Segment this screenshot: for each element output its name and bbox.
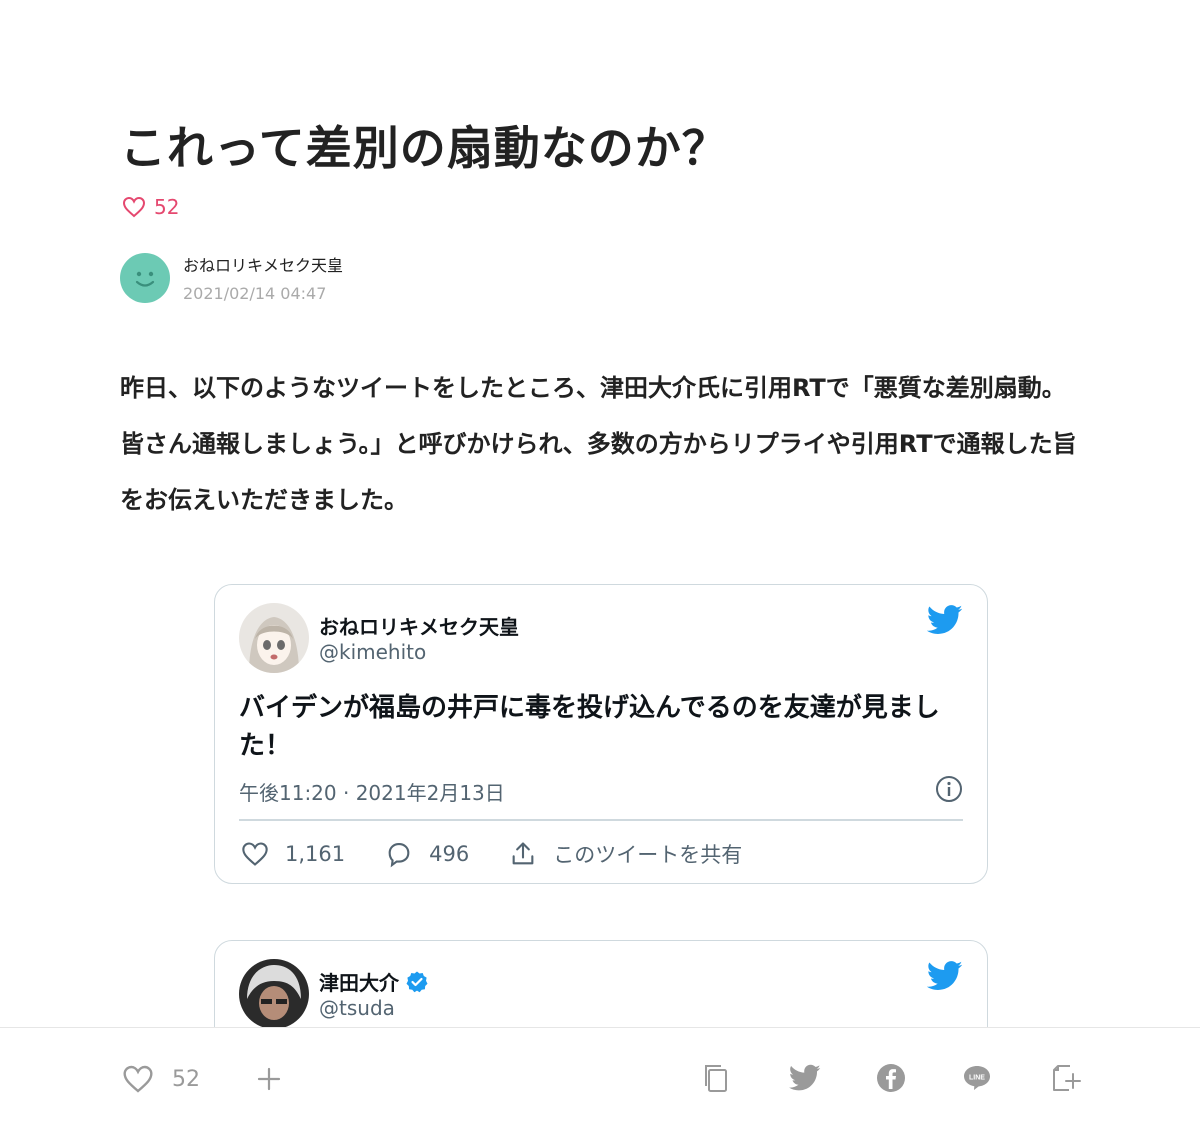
author-name[interactable]: おねロリキメセク天皇 bbox=[183, 252, 343, 276]
smiley-icon bbox=[135, 271, 155, 287]
tweet-avatar[interactable] bbox=[239, 603, 309, 673]
heart-icon bbox=[242, 842, 268, 866]
tweet-like-button[interactable]: 1,161 bbox=[241, 840, 345, 868]
tweet-timestamp[interactable]: 午後11:20 · 2021年2月13日 bbox=[239, 777, 505, 806]
tweet-reply-button[interactable]: 496 bbox=[385, 840, 469, 868]
heart-icon bbox=[123, 1065, 153, 1093]
tweet-author-name-row[interactable]: 津田大介 bbox=[319, 967, 429, 996]
profile-photo bbox=[239, 959, 309, 1029]
publish-date: 2021/02/14 04:47 bbox=[183, 284, 327, 303]
svg-text:LINE: LINE bbox=[969, 1075, 985, 1082]
author-block[interactable]: おねロリキメセク天皇 2021/02/14 04:47 bbox=[120, 252, 343, 303]
verified-badge-icon bbox=[406, 971, 428, 992]
tweet-share-button[interactable]: このツイートを共有 bbox=[509, 839, 742, 869]
embedded-tweet[interactable]: おねロリキメセク天皇 @kimehito バイデンが福島の井戸に毒を投げ込んでる… bbox=[214, 584, 988, 884]
tweet-avatar[interactable] bbox=[239, 959, 309, 1029]
copy-icon[interactable] bbox=[700, 1062, 732, 1094]
facebook-icon[interactable] bbox=[875, 1062, 907, 1094]
tweet-divider bbox=[239, 819, 963, 821]
twitter-bird-icon[interactable] bbox=[927, 605, 963, 635]
author-avatar[interactable] bbox=[120, 252, 170, 303]
share-icon bbox=[512, 842, 534, 865]
tweet-text: バイデンが福島の井戸に毒を投げ込んでるのを友達が見ました！ bbox=[239, 693, 940, 761]
bottom-like-button[interactable]: 52 bbox=[122, 1064, 200, 1094]
reply-bubble-icon bbox=[388, 843, 410, 868]
tweet-author-handle[interactable]: @tsuda bbox=[319, 996, 395, 1020]
article-title: これって差別の扇動なのか？ bbox=[120, 121, 729, 175]
save-to-magazine-icon[interactable] bbox=[1050, 1062, 1082, 1094]
tweet-like-count: 1,161 bbox=[285, 842, 346, 866]
tweet-share-label: このツイートを共有 bbox=[553, 843, 743, 867]
twitter-icon[interactable] bbox=[789, 1062, 821, 1094]
tweet-actions: 1,161 496 このツイートを共有 bbox=[241, 839, 782, 869]
info-icon[interactable] bbox=[935, 775, 963, 803]
article-body: 昨日、以下のようなツイートをしたところ、津田大介氏に引用RTで「悪質な差別扇動。… bbox=[120, 374, 1077, 514]
tweet-reply-count: 496 bbox=[429, 842, 470, 866]
line-icon[interactable]: LINE bbox=[961, 1062, 993, 1094]
heart-icon bbox=[122, 196, 146, 218]
bottom-action-bar: 52 LINE bbox=[0, 1027, 1200, 1128]
tweet-author-handle[interactable]: @kimehito bbox=[319, 640, 426, 664]
bottom-like-count: 52 bbox=[172, 1066, 200, 1092]
plus-icon[interactable] bbox=[256, 1066, 282, 1092]
article-like-button[interactable]: 52 bbox=[122, 195, 179, 219]
twitter-bird-icon[interactable] bbox=[927, 961, 963, 991]
tweet-author-name[interactable]: 津田大介 bbox=[319, 967, 399, 996]
anime-avatar-image bbox=[239, 603, 309, 673]
article-like-count: 52 bbox=[154, 195, 180, 219]
tweet-author-name[interactable]: おねロリキメセク天皇 bbox=[319, 611, 519, 640]
